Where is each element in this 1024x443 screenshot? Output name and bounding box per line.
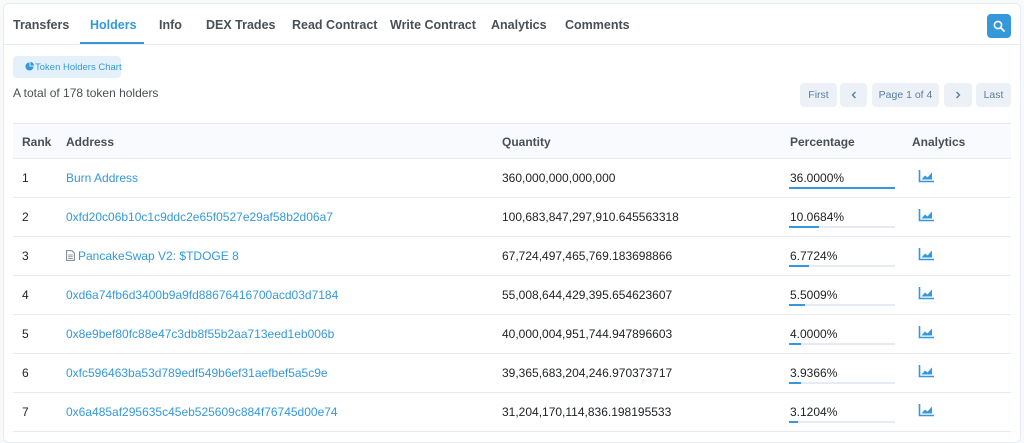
area-chart-icon[interactable] [918,208,935,222]
area-chart-icon[interactable] [918,286,935,300]
quantity-cell: 360,000,000,000,000 [502,171,616,185]
rank-cell: 3 [22,249,29,263]
chevron-left-icon [851,91,856,99]
percentage-bar [789,187,895,189]
percentage-bar [789,343,895,345]
rank-cell: 1 [22,171,29,185]
percentage-cell: 3.9366% [790,366,838,380]
header-quantity: Quantity [502,135,551,149]
tab-read-contract[interactable]: Read Contract [292,18,377,32]
area-chart-icon[interactable] [918,364,935,378]
percentage-bar-fill [789,265,809,267]
pagination-next-button[interactable] [944,83,972,107]
tab-info[interactable]: Info [159,18,182,32]
percentage-bar-fill [789,343,801,345]
quantity-cell: 55,008,644,429,395.654623607 [502,288,673,302]
percentage-cell: 10.0684% [790,210,845,224]
table-header: Rank Address Quantity Percentage Analyti… [13,123,1011,159]
area-chart-icon[interactable] [918,247,935,261]
address-text: 0x6a485af295635c45eb525609c884f76745d00e… [66,405,338,419]
search-button[interactable] [987,14,1011,38]
pagination-last-button[interactable]: Last [976,83,1011,107]
header-address: Address [66,135,115,149]
percentage-bar [789,304,895,306]
address-link[interactable]: 0x8e9bef80fc88e47c3db8f55b2aa713eed1eb00… [66,327,334,341]
rank-cell: 5 [22,327,29,341]
address-link[interactable]: 0xd6a74fb6d3400b9a9fd88676416700acd03d71… [66,288,338,302]
tab-write-contract[interactable]: Write Contract [390,18,476,32]
percentage-cell: 6.7724% [790,249,838,263]
address-text: 0x8e9bef80fc88e47c3db8f55b2aa713eed1eb00… [66,327,335,341]
address-link[interactable]: 0xfc596463ba53d789edf549b6ef31aefbef5a5c… [66,366,328,380]
address-text: PancakeSwap V2: $TDOGE 8 [78,249,239,263]
address-link[interactable]: 0x6a485af295635c45eb525609c884f76745d00e… [66,405,338,419]
percentage-bar [789,265,895,267]
percentage-cell: 5.5009% [790,288,838,302]
tab-holders[interactable]: Holders [90,18,137,32]
address-text: 0xfc596463ba53d789edf549b6ef31aefbef5a5c… [66,366,328,380]
table-row: 6 0xfc596463ba53d789edf549b6ef31aefbef5a5… [13,354,1011,393]
table-row: 4 0xd6a74fb6d3400b9a9fd88676416700acd03d7… [13,276,1011,315]
quantity-cell: 40,000,004,951,744.947896603 [502,327,673,341]
header-percentage: Percentage [790,135,855,149]
address-link[interactable]: PancakeSwap V2: $TDOGE 8 [66,249,239,263]
quantity-cell: 31,204,170,114,836.198195533 [502,405,672,419]
header-analytics: Analytics [912,135,966,149]
rank-cell: 4 [22,288,29,302]
address-link[interactable]: 0xfd20c06b10c1c9ddc2e65f0527e29af58b2d06… [66,210,333,224]
pagination-page-info: Page 1 of 4 [872,83,939,107]
total-holders-text: A total of 178 token holders [13,86,159,100]
tab-comments[interactable]: Comments [565,18,630,32]
percentage-cell: 3.1204% [790,405,838,419]
quantity-cell: 67,724,497,465,769.183698866 [502,249,673,263]
chart-button-label: Token Holders Chart [35,62,122,73]
table-row: 5 0x8e9bef80fc88e47c3db8f55b2aa713eed1eb0… [13,315,1011,354]
percentage-bar [789,421,895,423]
header-rank: Rank [22,135,52,149]
percentage-bar-fill [789,382,801,384]
tab-bar: Transfers Holders Info DEX Trades Read C… [4,4,1020,45]
quantity-cell: 39,365,683,204,246.970373717 [502,366,673,380]
area-chart-icon[interactable] [918,325,935,339]
table-row: 7 0x6a485af295635c45eb525609c884f76745d00… [13,393,1011,432]
token-holders-card: Transfers Holders Info DEX Trades Read C… [3,3,1021,443]
table-row: 2 0xfd20c06b10c1c9ddc2e65f0527e29af58b2d0… [13,198,1011,237]
chevron-right-icon [956,91,961,99]
percentage-bar-fill [789,226,819,228]
percentage-bar-fill [789,304,805,306]
rank-cell: 6 [22,366,29,380]
tab-analytics[interactable]: Analytics [491,18,547,32]
search-icon [993,20,1005,32]
percentage-cell: 36.0000% [790,171,845,185]
percentage-bar [789,382,895,384]
percentage-bar-fill [789,421,798,423]
percentage-bar [789,226,895,228]
quantity-cell: 100,683,847,297,910.645563318 [502,210,679,224]
tab-transfers[interactable]: Transfers [13,18,69,32]
file-icon [66,250,75,261]
address-text: 0xd6a74fb6d3400b9a9fd88676416700acd03d71… [66,288,339,302]
pagination-prev-button[interactable] [840,83,867,107]
active-tab-indicator [80,42,144,44]
rank-cell: 7 [22,405,29,419]
pie-chart-icon [25,62,34,71]
address-text: 0xfd20c06b10c1c9ddc2e65f0527e29af58b2d06… [66,210,333,224]
table-row: 3 PancakeSwap V2: $TDOGE 8 67,724,497,465,… [13,237,1011,276]
address-link[interactable]: Burn Address [66,171,138,185]
pagination-first-button[interactable]: First [800,83,837,107]
rank-cell: 2 [22,210,29,224]
area-chart-icon[interactable] [918,403,935,417]
percentage-cell: 4.0000% [790,327,838,341]
percentage-bar-fill [789,187,895,189]
token-holders-chart-button[interactable]: Token Holders Chart [13,56,122,78]
area-chart-icon[interactable] [918,169,935,183]
address-text: Burn Address [66,171,139,185]
tab-dex-trades[interactable]: DEX Trades [206,18,275,32]
table-row: 1 Burn Address 360,000,000,000,000 36.0000% [13,159,1011,198]
